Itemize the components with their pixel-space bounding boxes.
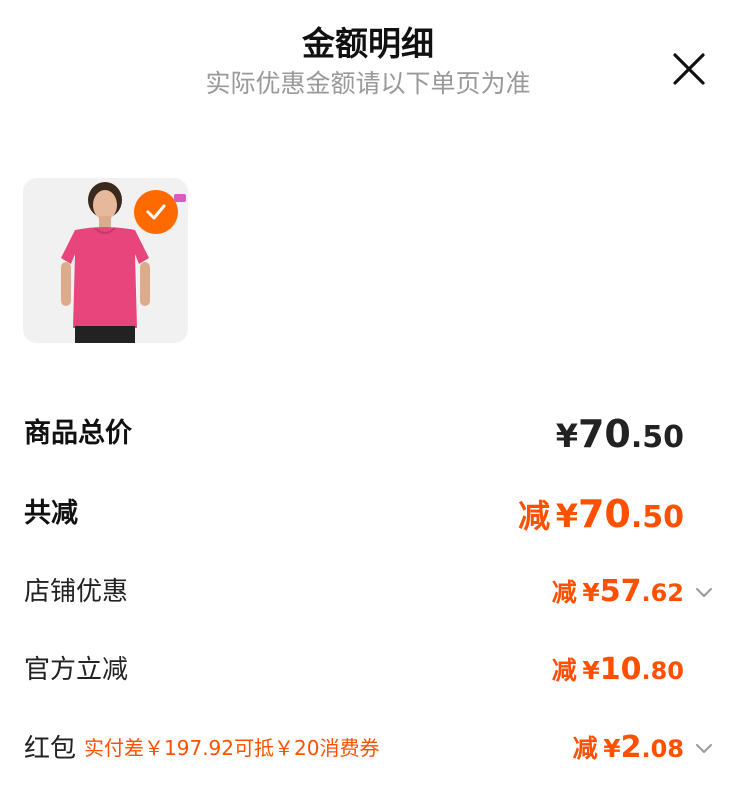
official-discount-prefix: 减 (551, 656, 577, 685)
red-packet-hint: 实付差￥197.92可抵￥20消费券 (84, 736, 380, 760)
total-price-label: 商品总价 (24, 418, 132, 449)
row-red-packet[interactable]: 红包 实付差￥197.92可抵￥20消费券 减 ¥2.08 (24, 718, 714, 778)
chevron-down-icon[interactable] (694, 738, 714, 758)
page-subtitle: 实际优惠金额请以下单页为准 (205, 69, 531, 98)
chevron-down-icon[interactable] (694, 582, 714, 602)
total-price-value: ¥70.50 (556, 404, 684, 472)
total-discount-currency: ¥ (555, 497, 578, 535)
total-price-integer: 70 (577, 412, 631, 456)
official-discount-decimal: .80 (641, 657, 684, 685)
check-icon (146, 204, 166, 220)
store-discount-label: 店铺优惠 (24, 577, 129, 607)
store-discount-value: 减 ¥57.62 (552, 562, 684, 626)
official-discount-label: 官方立减 (24, 655, 129, 685)
official-discount-value: 减 ¥10.80 (552, 640, 684, 704)
selected-check-badge[interactable] (134, 190, 178, 234)
store-discount-prefix: 减 (551, 578, 577, 607)
red-packet-value: 减 ¥2.08 (573, 718, 684, 782)
product-tag (174, 194, 186, 202)
store-discount-integer: 57 (599, 574, 642, 609)
red-packet-decimal: .08 (641, 735, 684, 763)
total-price-decimal: .50 (630, 420, 684, 455)
total-discount-label: 共减 (24, 498, 78, 529)
row-official-discount: 官方立减 减 ¥10.80 (24, 640, 714, 700)
total-discount-prefix: 减 (518, 497, 551, 535)
close-button[interactable] (670, 50, 708, 88)
red-packet-integer: 2 (620, 730, 642, 765)
official-discount-integer: 10 (599, 652, 642, 687)
store-discount-currency: ¥ (582, 578, 600, 607)
total-price-currency: ¥ (555, 417, 578, 455)
red-packet-currency: ¥ (603, 734, 621, 763)
header: 金额明细 实际优惠金额请以下单页为准 (0, 0, 736, 110)
red-packet-prefix: 减 (572, 734, 598, 763)
red-packet-label-group: 红包 实付差￥197.92可抵￥20消费券 (24, 718, 379, 782)
total-discount-decimal: .50 (630, 500, 684, 535)
page-title: 金额明细 (302, 24, 434, 63)
red-packet-label: 红包 (24, 734, 77, 764)
store-discount-decimal: .62 (641, 579, 684, 607)
row-store-discount[interactable]: 店铺优惠 减 ¥57.62 (24, 562, 714, 622)
total-discount-integer: 70 (577, 492, 631, 536)
row-total-discount: 共减 减 ¥70.50 (24, 484, 714, 544)
total-discount-value: 减 ¥70.50 (518, 484, 684, 552)
row-total-price: 商品总价 ¥70.50 (24, 404, 714, 464)
close-icon (673, 53, 705, 85)
official-discount-currency: ¥ (582, 656, 600, 685)
